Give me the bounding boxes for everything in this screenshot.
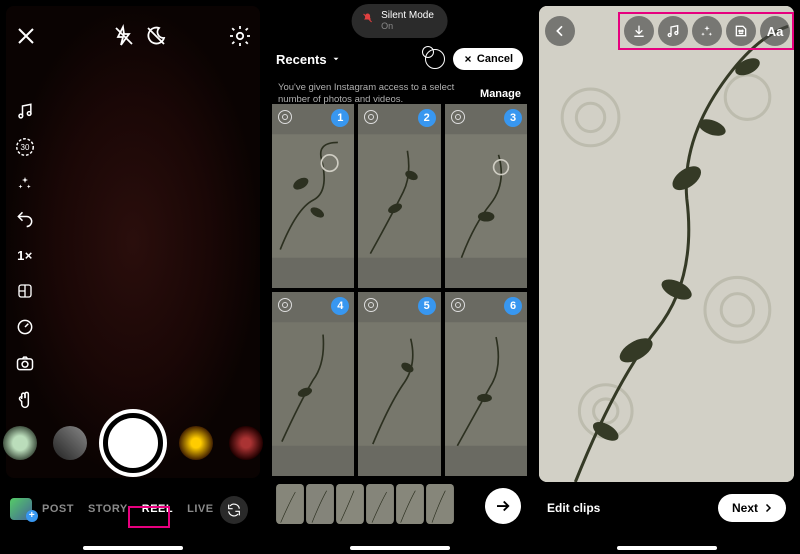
photo-cell[interactable]: 5 bbox=[358, 292, 440, 476]
cancel-label: Cancel bbox=[477, 53, 513, 65]
download-icon bbox=[631, 23, 647, 39]
shutter-button[interactable] bbox=[103, 413, 163, 473]
camera-screen: 30 1× + POST STORY REEL LIVE bbox=[0, 0, 266, 554]
close-icon bbox=[463, 54, 473, 64]
next-arrow-button[interactable] bbox=[485, 488, 521, 524]
photo-cell[interactable]: 3 bbox=[445, 104, 527, 288]
select-multiple-icon[interactable] bbox=[425, 49, 445, 69]
home-indicator bbox=[83, 546, 183, 550]
cancel-button[interactable]: Cancel bbox=[453, 48, 523, 70]
silent-mode-title: Silent Mode bbox=[381, 10, 434, 21]
download-button[interactable] bbox=[624, 16, 654, 46]
next-button[interactable]: Next bbox=[718, 494, 786, 522]
edit-clips-button[interactable]: Edit clips bbox=[547, 501, 600, 515]
sticker-button[interactable] bbox=[726, 16, 756, 46]
speed-icon[interactable] bbox=[14, 316, 36, 338]
flash-off-icon[interactable] bbox=[112, 24, 136, 48]
mode-story[interactable]: STORY bbox=[88, 503, 128, 515]
text-icon: Aa bbox=[767, 24, 784, 39]
mode-post[interactable]: POST bbox=[42, 503, 74, 515]
sparkle-icon bbox=[699, 23, 715, 39]
camera-icon[interactable] bbox=[14, 352, 36, 374]
night-mode-icon[interactable] bbox=[144, 24, 168, 48]
music-button[interactable] bbox=[658, 16, 688, 46]
close-icon[interactable] bbox=[14, 24, 38, 48]
settings-icon[interactable] bbox=[228, 24, 252, 48]
effect-thumb[interactable] bbox=[53, 426, 87, 460]
effects-button[interactable] bbox=[692, 16, 722, 46]
sticker-icon bbox=[733, 23, 749, 39]
camera-sidebar: 30 1× bbox=[10, 100, 40, 410]
mode-live[interactable]: LIVE bbox=[187, 503, 213, 515]
add-badge-icon: + bbox=[26, 510, 38, 522]
next-label: Next bbox=[732, 501, 758, 515]
music-icon[interactable] bbox=[14, 100, 36, 122]
live-photo-icon bbox=[278, 110, 292, 124]
music-icon bbox=[665, 23, 681, 39]
silent-mode-status: On bbox=[381, 21, 434, 32]
gallery-picker-screen: Silent Mode On Recents Cancel You've giv… bbox=[266, 0, 533, 554]
live-photo-icon bbox=[278, 298, 292, 312]
photo-grid: 1 2 3 4 5 6 bbox=[272, 104, 527, 476]
flip-camera-icon[interactable] bbox=[220, 496, 248, 524]
back-button[interactable] bbox=[545, 16, 575, 46]
mode-reel[interactable]: REEL bbox=[142, 503, 173, 515]
home-indicator bbox=[350, 546, 450, 550]
duration-icon[interactable]: 30 bbox=[14, 136, 36, 158]
effects-icon[interactable] bbox=[14, 172, 36, 194]
chevron-down-icon bbox=[331, 54, 341, 64]
selection-badge: 5 bbox=[418, 297, 436, 315]
photo-cell[interactable]: 2 bbox=[358, 104, 440, 288]
effect-thumb[interactable] bbox=[229, 426, 263, 460]
manage-button[interactable]: Manage bbox=[480, 88, 521, 100]
access-message: You've given Instagram access to a selec… bbox=[278, 82, 470, 106]
selection-badge: 6 bbox=[504, 297, 522, 315]
reel-editor-screen: Aa Edit clips Next bbox=[533, 0, 800, 554]
selection-badge: 2 bbox=[418, 109, 436, 127]
photo-cell[interactable]: 6 bbox=[445, 292, 527, 476]
selection-badge: 3 bbox=[504, 109, 522, 127]
effect-thumb[interactable] bbox=[179, 426, 213, 460]
live-photo-icon bbox=[451, 298, 465, 312]
gesture-icon[interactable] bbox=[14, 388, 36, 410]
preview-canvas bbox=[539, 6, 794, 482]
chevron-right-icon bbox=[762, 502, 774, 514]
live-photo-icon bbox=[451, 110, 465, 124]
effect-thumb[interactable] bbox=[3, 426, 37, 460]
layout-icon[interactable] bbox=[14, 280, 36, 302]
undo-icon[interactable] bbox=[14, 208, 36, 230]
home-indicator bbox=[617, 546, 717, 550]
photo-cell[interactable]: 1 bbox=[272, 104, 354, 288]
album-label: Recents bbox=[276, 52, 327, 67]
clip-timeline[interactable] bbox=[276, 482, 473, 526]
photo-cell[interactable]: 4 bbox=[272, 292, 354, 476]
chevron-left-icon bbox=[552, 23, 568, 39]
zoom-label[interactable]: 1× bbox=[14, 244, 36, 266]
bell-off-icon bbox=[361, 12, 373, 24]
silent-mode-pill: Silent Mode On bbox=[351, 4, 448, 38]
album-dropdown[interactable]: Recents bbox=[276, 52, 341, 67]
text-button[interactable]: Aa bbox=[760, 16, 790, 46]
